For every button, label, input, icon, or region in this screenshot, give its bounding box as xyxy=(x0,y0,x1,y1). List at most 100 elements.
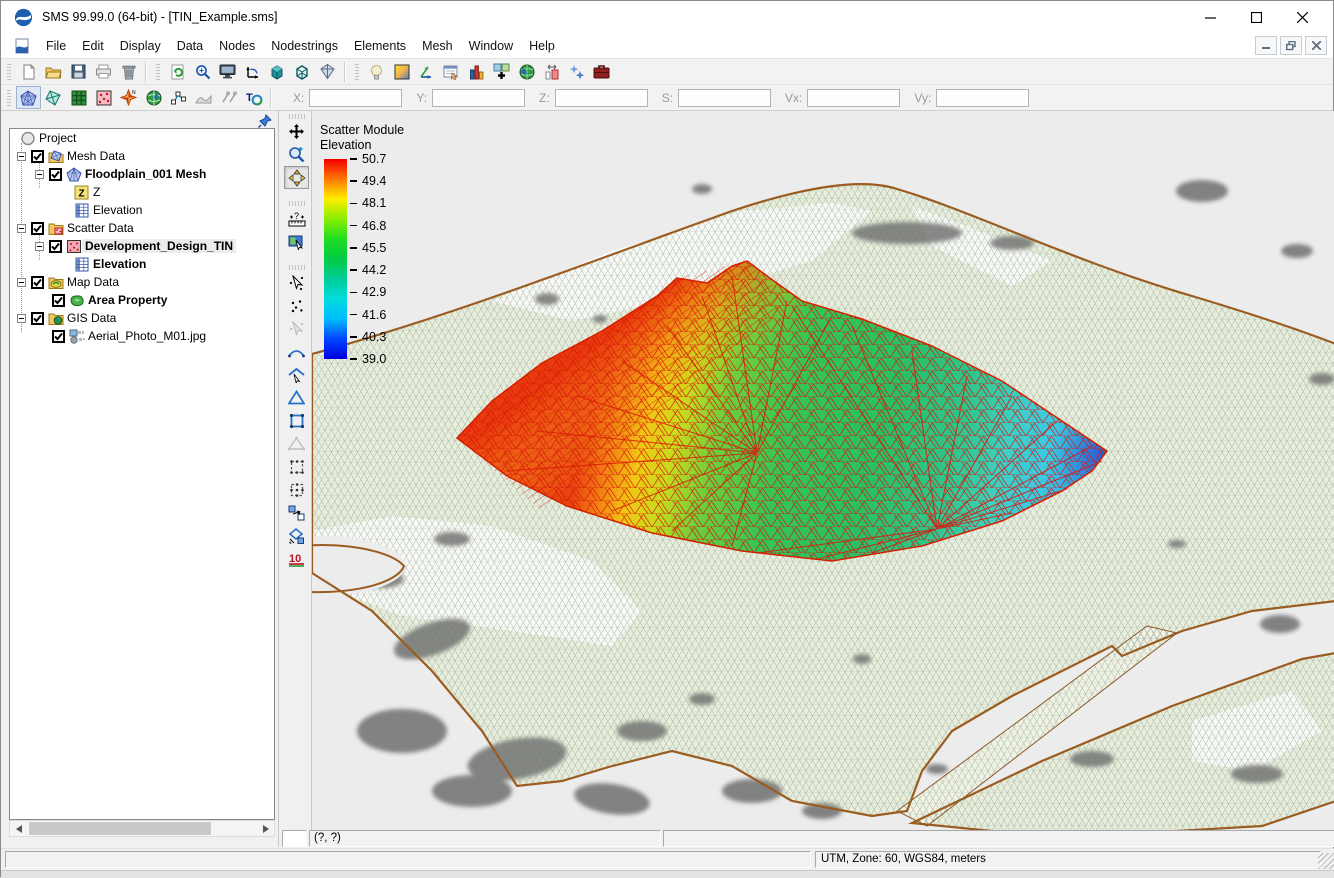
triangle-vertices-tool-button[interactable] xyxy=(284,432,309,455)
wireframe-cube-button[interactable] xyxy=(290,60,315,83)
display-options-button[interactable] xyxy=(215,60,240,83)
select-rectangle-tool-button[interactable] xyxy=(284,455,309,478)
tree-item-project[interactable]: Project xyxy=(10,129,274,147)
checkbox-checked[interactable] xyxy=(49,168,62,181)
rotate-view-button[interactable] xyxy=(240,60,265,83)
create-triangle-tool-button[interactable] xyxy=(284,386,309,409)
tree-item-floodplain-mesh[interactable]: Floodplain_001 Mesh xyxy=(10,165,274,183)
effects-button[interactable] xyxy=(564,60,589,83)
checkbox-checked[interactable] xyxy=(31,312,44,325)
tree-item-z-dataset[interactable]: Z Z xyxy=(10,183,274,201)
select-region-tool-button[interactable] xyxy=(284,478,309,501)
plot-wizard-button[interactable] xyxy=(464,60,489,83)
menu-elements[interactable]: Elements xyxy=(346,35,414,57)
tree-item-scatter-data[interactable]: Scatter Data xyxy=(10,219,274,237)
toolbox-button[interactable] xyxy=(589,60,614,83)
checkbox-checked[interactable] xyxy=(31,150,44,163)
open-file-button[interactable] xyxy=(41,60,66,83)
vx-input[interactable] xyxy=(807,89,900,107)
tree-item-development-design-tin[interactable]: Development_Design_TIN xyxy=(10,237,274,255)
minimize-button[interactable] xyxy=(1187,1,1233,33)
vy-input[interactable] xyxy=(936,89,1029,107)
frame-zoom-button[interactable] xyxy=(190,60,215,83)
select-arc-tool-button[interactable] xyxy=(284,363,309,386)
solid-cube-button[interactable] xyxy=(265,60,290,83)
merge-triangles-tool-button[interactable] xyxy=(284,524,309,547)
annotations-module-button[interactable] xyxy=(216,86,241,109)
tree-horizontal-scrollbar[interactable] xyxy=(9,820,275,837)
measure-tool-button[interactable]: ? xyxy=(284,207,309,230)
properties-button[interactable] xyxy=(439,60,464,83)
create-arc-tool-button[interactable] xyxy=(284,340,309,363)
mesh-module-button[interactable] xyxy=(16,86,41,109)
refresh-button[interactable] xyxy=(165,60,190,83)
tree-item-elevation-tin[interactable]: Elevation xyxy=(10,255,274,273)
pin-icon[interactable] xyxy=(257,113,273,129)
tree-item-gis-data[interactable]: GIS Data xyxy=(10,309,274,327)
menu-nodestrings[interactable]: Nodestrings xyxy=(263,35,346,57)
tree-item-mesh-data[interactable]: Mesh Data xyxy=(10,147,274,165)
gis-module-button[interactable] xyxy=(141,86,166,109)
swap-edge-tool-button[interactable] xyxy=(284,501,309,524)
checkbox-checked[interactable] xyxy=(31,222,44,235)
collapse-icon[interactable] xyxy=(17,224,26,233)
tree-item-aerial-photo[interactable]: Aerial_Photo_M01.jpg xyxy=(10,327,274,345)
tin-module-button[interactable] xyxy=(41,86,66,109)
axes-button[interactable] xyxy=(414,60,439,83)
graphics-viewport[interactable]: Scatter Module Elevation 50.7 49.4 48.1 … xyxy=(311,111,1334,830)
menu-nodes[interactable]: Nodes xyxy=(211,35,263,57)
new-file-button[interactable] xyxy=(16,60,41,83)
tree-item-elevation-mesh[interactable]: Elevation xyxy=(10,201,274,219)
menu-data[interactable]: Data xyxy=(169,35,211,57)
checkbox-checked[interactable] xyxy=(31,276,44,289)
rotate-tool-button[interactable] xyxy=(284,166,309,189)
contour-options-button[interactable] xyxy=(389,60,414,83)
menu-display[interactable]: Display xyxy=(112,35,169,57)
measure-page-button[interactable] xyxy=(539,60,564,83)
print-button[interactable] xyxy=(91,60,116,83)
maximize-button[interactable] xyxy=(1233,1,1279,33)
import-image-button[interactable] xyxy=(489,60,514,83)
collapse-icon[interactable] xyxy=(17,278,26,287)
select-image-tool-button[interactable] xyxy=(284,230,309,253)
create-polygon-tool-button[interactable] xyxy=(284,409,309,432)
menu-file[interactable]: File xyxy=(38,35,74,57)
grid-module-button[interactable] xyxy=(66,86,91,109)
collapse-icon[interactable] xyxy=(35,242,44,251)
create-point-tool-button[interactable] xyxy=(284,294,309,317)
delete-button[interactable] xyxy=(116,60,141,83)
checkbox-checked[interactable] xyxy=(52,330,65,343)
ortho-view-button[interactable] xyxy=(315,60,340,83)
select-scatter-point-tool-button[interactable] xyxy=(284,271,309,294)
scrollbar-thumb[interactable] xyxy=(29,822,211,835)
lighting-button[interactable] xyxy=(364,60,389,83)
save-button[interactable] xyxy=(66,60,91,83)
pan-tool-button[interactable] xyxy=(284,120,309,143)
tree-item-area-property[interactable]: Area Property xyxy=(10,291,274,309)
scroll-right-arrow[interactable] xyxy=(257,821,274,836)
mdi-minimize-button[interactable] xyxy=(1255,36,1277,55)
z-input[interactable] xyxy=(555,89,648,107)
scroll-left-arrow[interactable] xyxy=(10,821,27,836)
x-input[interactable] xyxy=(309,89,402,107)
curves-module-button[interactable] xyxy=(191,86,216,109)
mdi-restore-button[interactable] xyxy=(1280,36,1302,55)
scatter-module-button[interactable] xyxy=(91,86,116,109)
select-vertex-tool-button[interactable] xyxy=(284,317,309,340)
tree-item-map-data[interactable]: Map Data xyxy=(10,273,274,291)
web-globe-button[interactable] xyxy=(514,60,539,83)
menu-window[interactable]: Window xyxy=(461,35,521,57)
s-input[interactable] xyxy=(678,89,771,107)
y-input[interactable] xyxy=(432,89,525,107)
contour-label-tool-button[interactable]: 10 xyxy=(284,547,309,570)
resize-grip[interactable] xyxy=(1318,853,1334,869)
panel-splitter[interactable] xyxy=(278,111,279,847)
checkbox-checked[interactable] xyxy=(52,294,65,307)
collapse-icon[interactable] xyxy=(17,152,26,161)
close-button[interactable] xyxy=(1279,1,1325,33)
map-module-button[interactable]: N xyxy=(116,86,141,109)
text-annotation-button[interactable]: T xyxy=(241,86,266,109)
menu-help[interactable]: Help xyxy=(521,35,563,57)
links-module-button[interactable] xyxy=(166,86,191,109)
checkbox-checked[interactable] xyxy=(49,240,62,253)
